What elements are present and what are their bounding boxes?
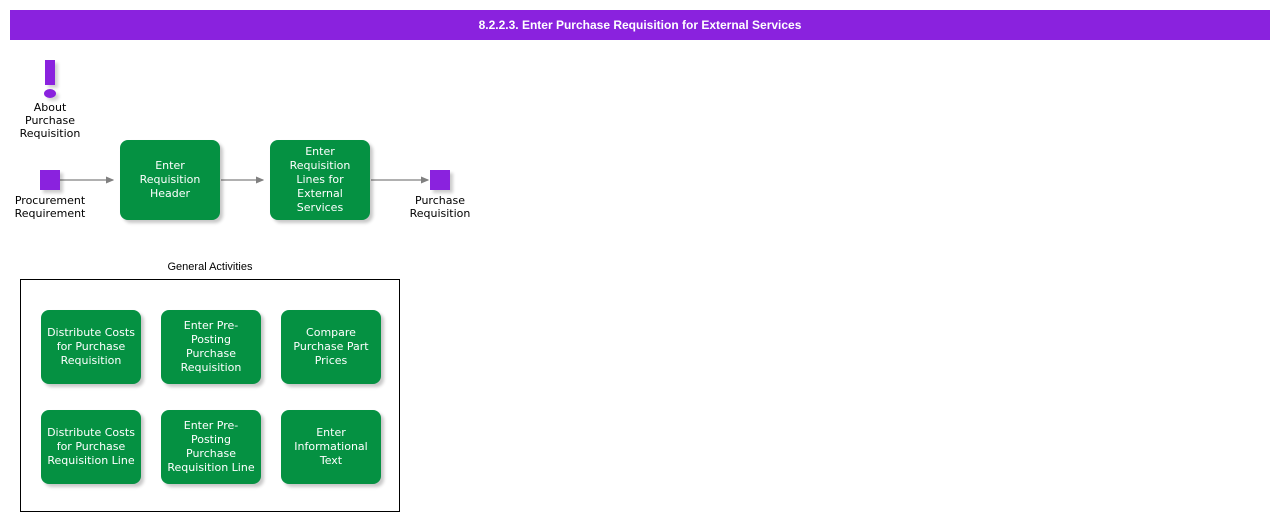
procurement-requirement-node[interactable]: Procurement Requirement (10, 170, 90, 220)
about-purchase-requisition-label: About Purchase Requisition (19, 101, 81, 140)
exclamation-dot (44, 89, 56, 98)
purchase-requisition-label: Purchase Requisition (409, 194, 471, 220)
purchase-requisition-node[interactable]: Purchase Requisition (400, 170, 480, 220)
activity-label: Distribute Costs for Purchase Requisitio… (47, 326, 135, 367)
exclamation-mark-icon (37, 60, 63, 98)
general-activities-group: Distribute Costs for Purchase Requisitio… (20, 279, 400, 512)
exclamation-bar (45, 60, 55, 85)
process-enter-requisition-lines-external-services-label: Enter Requisition Lines for External Ser… (289, 145, 351, 214)
purple-square-icon (430, 170, 450, 190)
activity-enter-informational-text[interactable]: Enter Informational Text (281, 410, 381, 484)
activity-distribute-costs-for-purchase-requisition-line[interactable]: Distribute Costs for Purchase Requisitio… (41, 410, 141, 484)
procurement-requirement-label: Procurement Requirement (14, 194, 86, 220)
process-enter-requisition-header[interactable]: Enter Requisition Header (120, 140, 220, 220)
activity-label: Distribute Costs for Purchase Requisitio… (47, 426, 135, 467)
about-purchase-requisition-node[interactable]: About Purchase Requisition (10, 60, 90, 140)
process-enter-requisition-header-label: Enter Requisition Header (139, 159, 201, 200)
activity-enter-pre-posting-purchase-requisition-line[interactable]: Enter Pre- Posting Purchase Requisition … (161, 410, 261, 484)
activity-label: Compare Purchase Part Prices (293, 326, 369, 367)
activity-enter-pre-posting-purchase-requisition[interactable]: Enter Pre- Posting Purchase Requisition (161, 310, 261, 384)
activity-label: Enter Pre- Posting Purchase Requisition (180, 319, 242, 374)
purple-square-icon (40, 170, 60, 190)
general-activities-title: General Activities (167, 261, 253, 273)
process-enter-requisition-lines-external-services[interactable]: Enter Requisition Lines for External Ser… (270, 140, 370, 220)
process-flow-diagram: About Purchase Requisition Procurement R… (0, 0, 1280, 520)
activity-label: Enter Informational Text (294, 426, 368, 467)
activity-label: Enter Pre- Posting Purchase Requisition … (167, 419, 255, 474)
activity-compare-purchase-part-prices[interactable]: Compare Purchase Part Prices (281, 310, 381, 384)
activity-distribute-costs-for-purchase-requisition[interactable]: Distribute Costs for Purchase Requisitio… (41, 310, 141, 384)
